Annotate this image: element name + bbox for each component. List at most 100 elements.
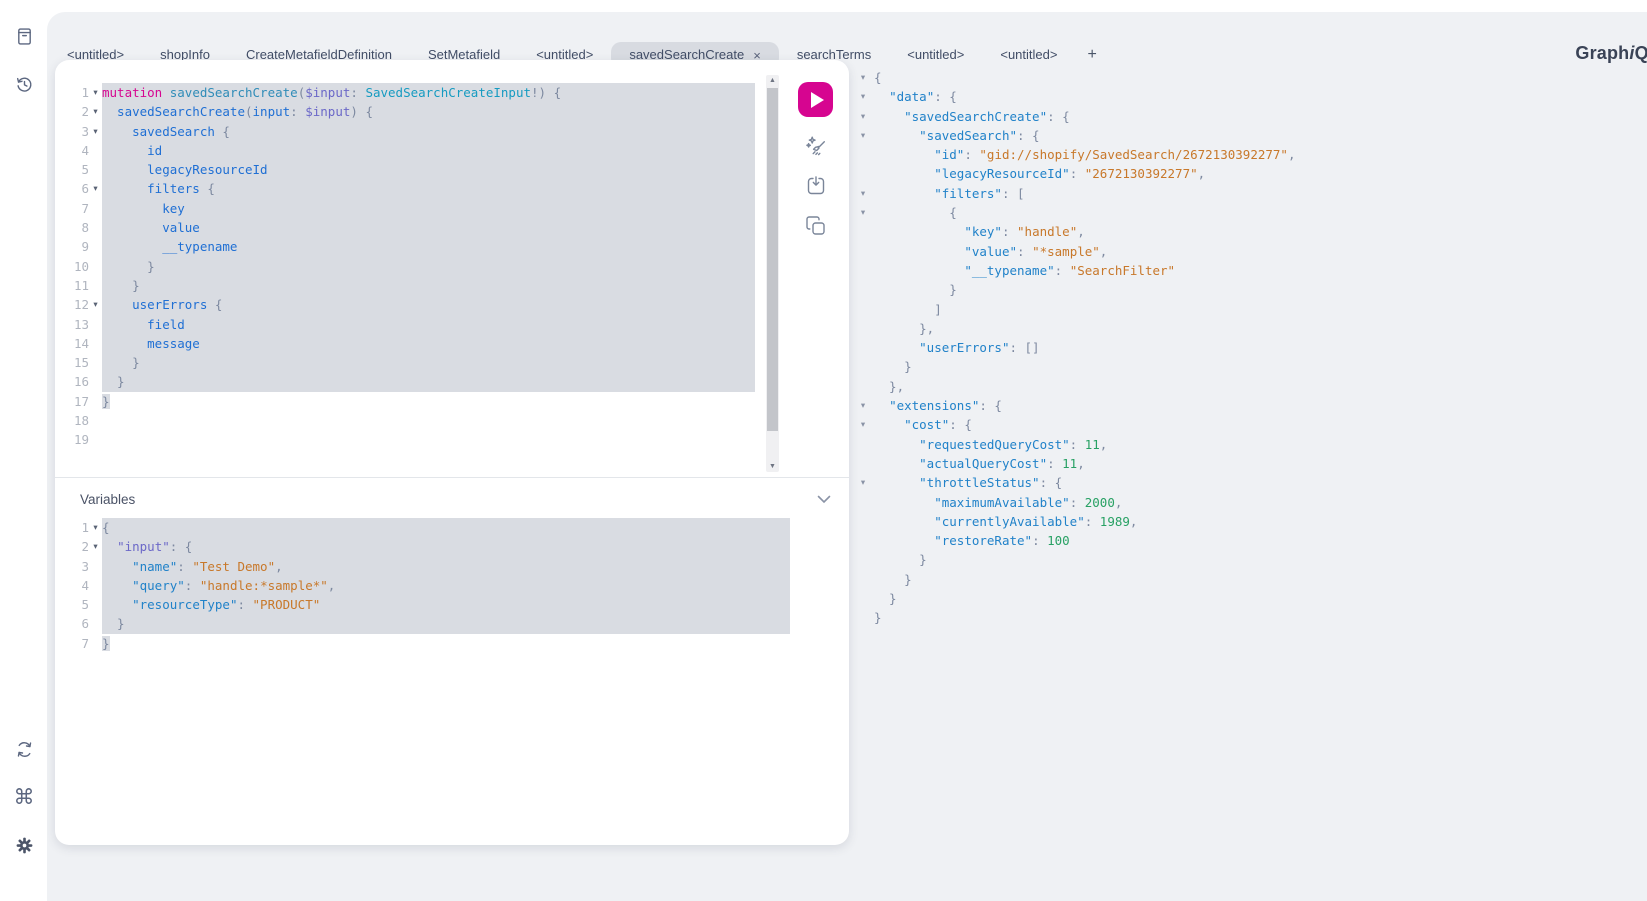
fold-marker-icon[interactable]: ▾ [89, 295, 102, 314]
variables-header[interactable]: Variables [80, 488, 831, 510]
fold-marker-icon[interactable]: ▾ [856, 415, 870, 434]
execute-button[interactable] [798, 82, 833, 117]
scroll-up-icon[interactable]: ▲ [766, 77, 779, 84]
query-line-row: 6▾ filters { [65, 179, 755, 198]
tab-label: <untitled> [907, 42, 964, 68]
code-line: { [870, 68, 882, 87]
code-line: "currentlyAvailable": 1989, [870, 512, 1137, 531]
response-line-row: } [850, 280, 1640, 299]
fold-marker-icon[interactable]: ▾ [856, 184, 870, 203]
tab-untitled[interactable]: <untitled> [982, 42, 1075, 68]
prettify-icon[interactable] [802, 132, 829, 159]
response-line-row: }, [850, 319, 1640, 338]
response-line-row: ▾ "filters": [ [850, 184, 1640, 203]
history-icon[interactable] [11, 71, 37, 97]
variables-title: Variables [80, 492, 135, 507]
response-line-row: } [850, 570, 1640, 589]
docs-icon[interactable] [11, 23, 37, 49]
code-line: "filters": [ [870, 184, 1025, 203]
code-line: userErrors { [102, 295, 755, 314]
line-number: 4 [65, 576, 89, 595]
fold-marker-icon [89, 411, 102, 430]
query-line-row: 9 __typename [65, 237, 755, 256]
code-line: } [870, 280, 957, 299]
line-number: 10 [65, 257, 89, 276]
response-line-row: ▾ "savedSearch": { [850, 126, 1640, 145]
settings-icon[interactable] [11, 832, 37, 858]
code-line: "value": "*sample", [870, 242, 1107, 261]
workspace: <untitled>shopInfoCreateMetafieldDefinit… [47, 12, 1647, 901]
fold-marker-icon [89, 595, 102, 614]
fold-marker-icon[interactable]: ▾ [856, 107, 870, 126]
fold-marker-icon [89, 614, 102, 633]
fold-marker-icon[interactable]: ▾ [89, 537, 102, 556]
response-line-row: } [850, 589, 1640, 608]
code-line: "key": "handle", [870, 222, 1085, 241]
variables-line-row: 7} [65, 634, 790, 653]
variables-editor[interactable]: 1▾{2▾ "input": {3 "name": "Test Demo",4 … [65, 518, 790, 653]
query-line-row: 7 key [65, 199, 755, 218]
code-line: { [870, 203, 957, 222]
code-line: } [870, 570, 912, 589]
code-line: id [102, 141, 755, 160]
editor-scrollbar[interactable]: ▲ ▼ [766, 75, 779, 472]
play-icon [811, 92, 824, 108]
line-number: 14 [65, 334, 89, 353]
response-line-row: "legacyResourceId": "2672130392277", [850, 164, 1640, 183]
fold-marker-icon [856, 164, 870, 183]
query-line-row: 13 field [65, 315, 755, 334]
variables-line-row: 3 "name": "Test Demo", [65, 557, 790, 576]
code-line: key [102, 199, 755, 218]
code-line: filters { [102, 179, 755, 198]
fold-marker-icon[interactable]: ▾ [856, 203, 870, 222]
fold-marker-icon [856, 338, 870, 357]
fold-marker-icon[interactable]: ▾ [856, 396, 870, 415]
tab-label: <untitled> [1000, 42, 1057, 68]
fold-marker-icon [856, 454, 870, 473]
query-line-row: 16 } [65, 372, 755, 391]
tab-untitled[interactable]: <untitled> [889, 42, 982, 68]
editor-card: 1▾mutation savedSearchCreate($input: Sav… [55, 60, 849, 845]
response-line-row: "currentlyAvailable": 1989, [850, 512, 1640, 531]
response-line-row: "value": "*sample", [850, 242, 1640, 261]
code-line: ] [870, 300, 942, 319]
response-line-row: ▾ "savedSearchCreate": { [850, 107, 1640, 126]
query-line-row: 5 legacyResourceId [65, 160, 755, 179]
fold-marker-icon[interactable]: ▾ [89, 83, 102, 102]
fold-marker-icon[interactable]: ▾ [89, 122, 102, 141]
fold-marker-icon[interactable]: ▾ [856, 68, 870, 87]
fold-marker-icon[interactable]: ▾ [89, 102, 102, 121]
line-number: 6 [65, 614, 89, 633]
fold-marker-icon[interactable]: ▾ [856, 126, 870, 145]
scroll-down-icon[interactable]: ▼ [766, 463, 779, 470]
code-line: { [102, 518, 790, 537]
fold-marker-icon[interactable]: ▾ [89, 179, 102, 198]
merge-fragments-icon[interactable] [802, 172, 829, 199]
refetch-schema-icon[interactable] [11, 736, 37, 762]
response-line-row: }, [850, 377, 1640, 396]
fold-marker-icon[interactable]: ▾ [89, 518, 102, 537]
fold-marker-icon[interactable]: ▾ [856, 87, 870, 106]
response-line-row: ▾{ [850, 68, 1640, 87]
query-editor[interactable]: 1▾mutation savedSearchCreate($input: Sav… [65, 83, 755, 450]
fold-marker-icon [856, 550, 870, 569]
code-line: "data": { [870, 87, 957, 106]
fold-marker-icon [856, 319, 870, 338]
chevron-down-icon[interactable] [817, 495, 831, 504]
line-number: 1 [65, 518, 89, 537]
fold-marker-icon [89, 315, 102, 334]
response-line-row: } [850, 357, 1640, 376]
query-line-row: 11 } [65, 276, 755, 295]
response-line-row: ▾ { [850, 203, 1640, 222]
fold-marker-icon[interactable]: ▾ [856, 473, 870, 492]
copy-query-icon[interactable] [802, 212, 829, 239]
code-line: "id": "gid://shopify/SavedSearch/2672130… [870, 145, 1295, 164]
add-tab-button[interactable]: + [1075, 46, 1108, 64]
shortcut-keys-icon[interactable]: ⌘ [11, 784, 37, 810]
graphiql-app: ⌘ <untitled>shopInfoCreateMetafieldDefin… [0, 0, 1647, 901]
code-line: value [102, 218, 755, 237]
scrollbar-thumb[interactable] [767, 88, 778, 431]
fold-marker-icon [856, 300, 870, 319]
line-number: 3 [65, 122, 89, 141]
line-number: 19 [65, 430, 89, 449]
